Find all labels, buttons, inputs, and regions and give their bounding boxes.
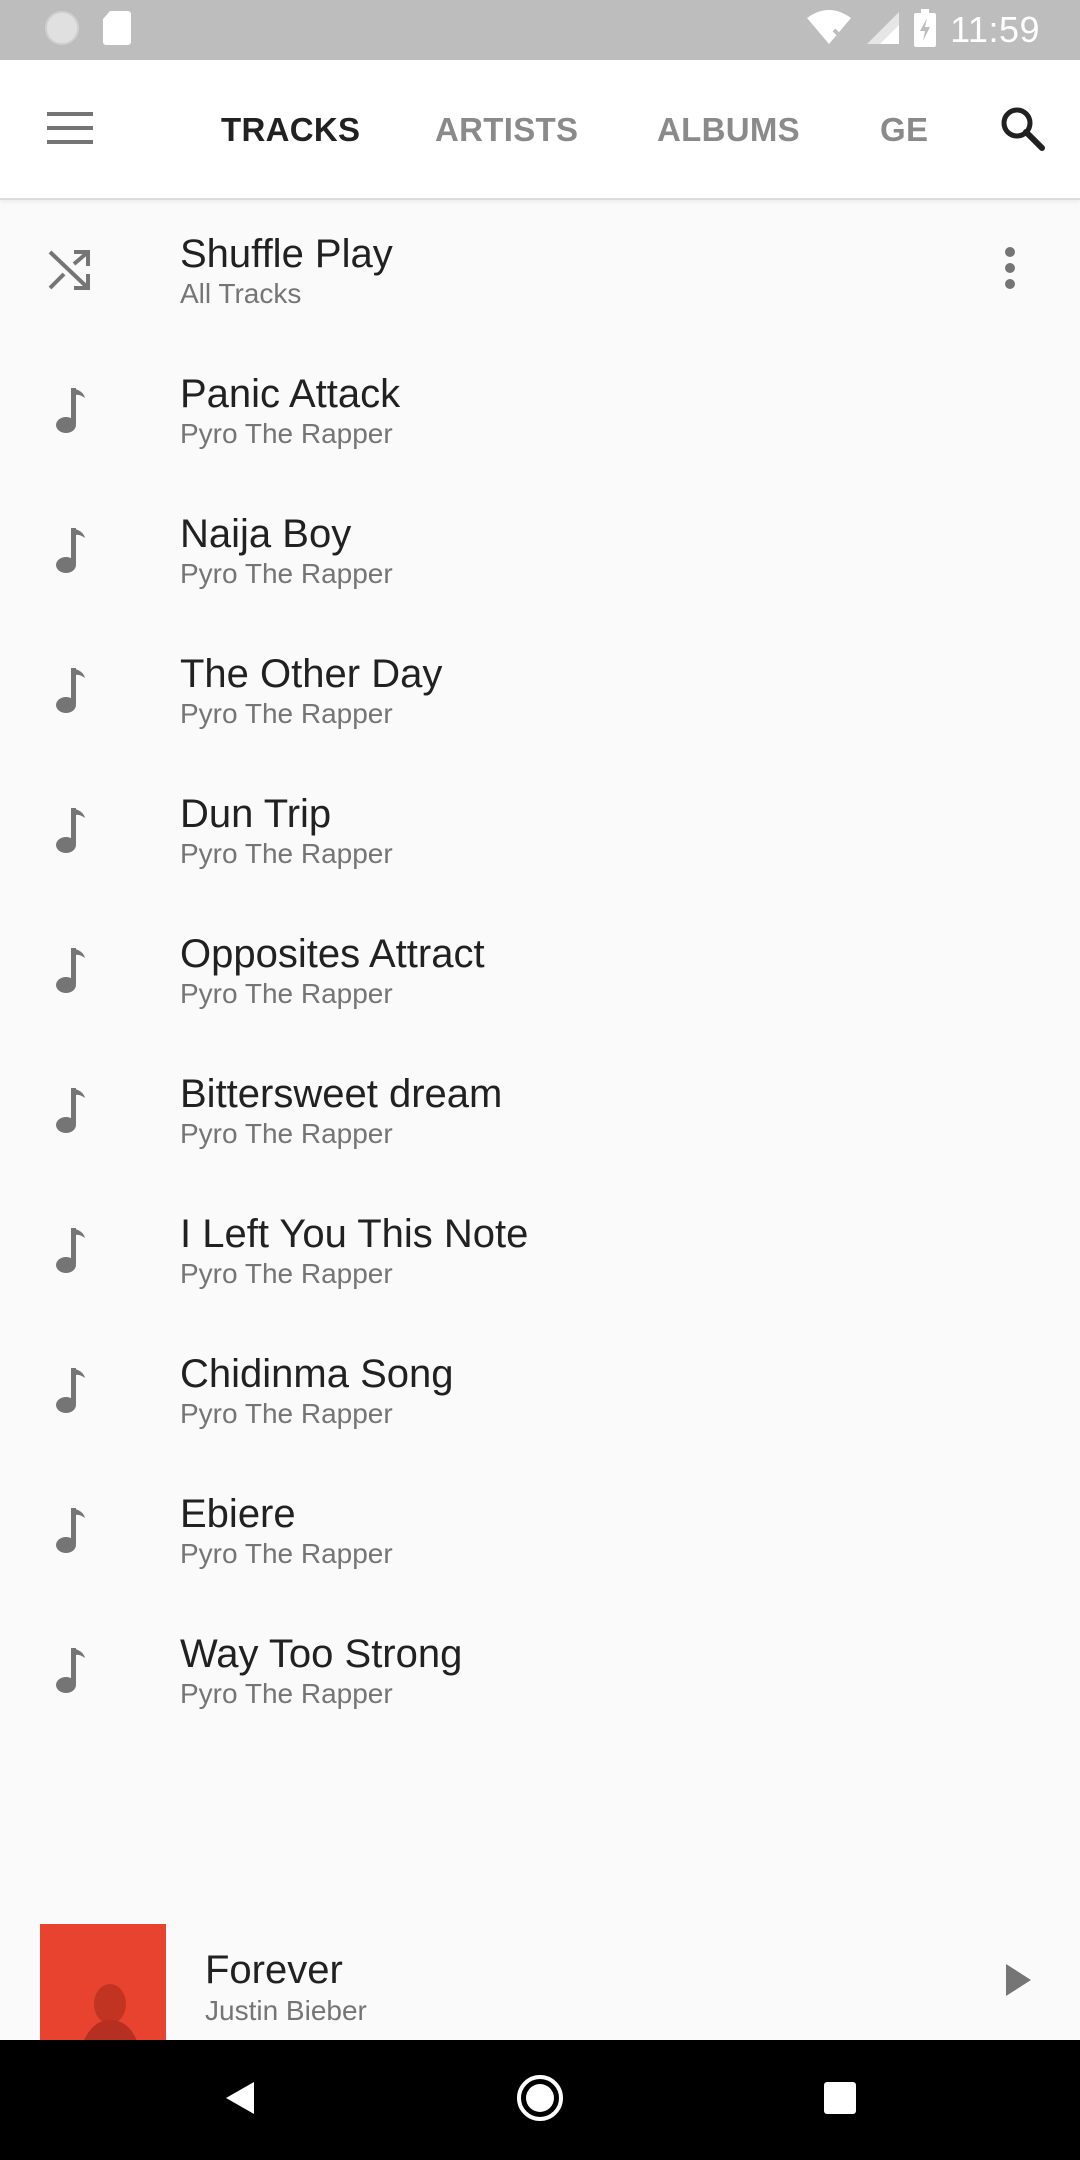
track-row[interactable]: Panic Attack Pyro The Rapper xyxy=(0,340,1080,480)
track-title: Panic Attack xyxy=(180,372,401,416)
music-note-icon xyxy=(30,790,110,870)
track-artist: Pyro The Rapper xyxy=(180,1118,393,1149)
music-note-icon xyxy=(30,1210,110,1290)
track-artist: Pyro The Rapper xyxy=(180,838,393,869)
track-row[interactable]: Way Too Strong Pyro The Rapper xyxy=(0,1600,1080,1740)
search-icon xyxy=(999,105,1045,156)
music-note-icon xyxy=(30,1490,110,1570)
music-note-icon xyxy=(30,1630,110,1710)
status-right-icons: 11:59 xyxy=(806,0,1040,60)
track-artist: Pyro The Rapper xyxy=(180,1258,393,1289)
home-icon xyxy=(516,2074,564,2127)
search-button[interactable] xyxy=(982,90,1062,170)
battery-charging-icon xyxy=(914,8,937,52)
track-title: Chidinma Song xyxy=(180,1352,454,1396)
track-row[interactable]: The Other Day Pyro The Rapper xyxy=(0,620,1080,760)
tab-bar: TRACKS ARTISTS ALBUMS GE xyxy=(0,60,980,200)
status-left-icons xyxy=(44,10,132,51)
system-nav-bar xyxy=(0,2040,1080,2160)
track-artist: Pyro The Rapper xyxy=(180,1678,393,1709)
shuffle-title: Shuffle Play xyxy=(180,232,393,276)
track-title: Opposites Attract xyxy=(180,932,485,976)
now-playing-artist: Justin Bieber xyxy=(205,1995,367,2026)
album-art xyxy=(40,1924,166,2040)
more-options-button[interactable] xyxy=(970,230,1050,310)
track-title: Way Too Strong xyxy=(180,1632,463,1676)
shuffle-icon xyxy=(30,230,110,310)
track-artist: Pyro The Rapper xyxy=(180,1538,393,1569)
music-note-icon xyxy=(30,650,110,730)
music-note-icon xyxy=(30,1070,110,1150)
track-row[interactable]: Bittersweet dream Pyro The Rapper xyxy=(0,1040,1080,1180)
back-button[interactable] xyxy=(200,2060,280,2140)
track-row[interactable]: Chidinma Song Pyro The Rapper xyxy=(0,1320,1080,1460)
track-row[interactable]: I Left You This Note Pyro The Rapper xyxy=(0,1180,1080,1320)
play-button[interactable] xyxy=(986,1950,1050,2014)
track-row[interactable]: Naija Boy Pyro The Rapper xyxy=(0,480,1080,620)
track-title: I Left You This Note xyxy=(180,1212,529,1256)
track-row[interactable]: Opposites Attract Pyro The Rapper xyxy=(0,900,1080,1040)
track-title: Bittersweet dream xyxy=(180,1072,503,1116)
now-playing-title: Forever xyxy=(205,1948,343,1992)
track-row[interactable]: Ebiere Pyro The Rapper xyxy=(0,1460,1080,1600)
track-title: Ebiere xyxy=(180,1492,296,1536)
tab-albums[interactable]: ALBUMS xyxy=(657,60,800,200)
shuffle-play-row[interactable]: Shuffle Play All Tracks xyxy=(0,200,1080,340)
more-vert-icon xyxy=(1004,246,1016,295)
app-bar: TRACKS ARTISTS ALBUMS GE xyxy=(0,60,1080,200)
track-list: Shuffle Play All Tracks Panic Attack Pyr… xyxy=(0,200,1080,1740)
shuffle-subtitle: All Tracks xyxy=(180,278,302,309)
music-note-icon xyxy=(30,1350,110,1430)
tab-genres[interactable]: GE xyxy=(880,60,928,200)
track-row[interactable]: Dun Trip Pyro The Rapper xyxy=(0,760,1080,900)
cell-signal-icon xyxy=(866,11,900,50)
status-time: 11:59 xyxy=(950,9,1040,50)
back-icon xyxy=(224,2080,256,2121)
home-button[interactable] xyxy=(500,2060,580,2140)
recents-icon xyxy=(824,2081,856,2119)
music-note-icon xyxy=(30,930,110,1010)
play-icon xyxy=(1004,1963,1032,2002)
tab-tracks[interactable]: TRACKS xyxy=(221,60,360,200)
now-playing-bar[interactable]: Forever Justin Bieber xyxy=(0,1924,1080,2040)
track-artist: Pyro The Rapper xyxy=(180,698,393,729)
track-title: Naija Boy xyxy=(180,512,352,556)
music-note-icon xyxy=(30,510,110,590)
recents-button[interactable] xyxy=(800,2060,880,2140)
track-artist: Pyro The Rapper xyxy=(180,1398,393,1429)
track-title: The Other Day xyxy=(180,652,443,696)
sd-card-icon xyxy=(102,10,132,50)
track-artist: Pyro The Rapper xyxy=(180,978,393,1009)
notification-dot-icon xyxy=(44,10,80,51)
status-bar: 11:59 xyxy=(0,0,1080,60)
music-note-icon xyxy=(30,370,110,450)
tab-artists[interactable]: ARTISTS xyxy=(435,60,578,200)
track-artist: Pyro The Rapper xyxy=(180,558,393,589)
track-title: Dun Trip xyxy=(180,792,332,836)
track-artist: Pyro The Rapper xyxy=(180,418,393,449)
wifi-off-icon xyxy=(806,9,852,51)
